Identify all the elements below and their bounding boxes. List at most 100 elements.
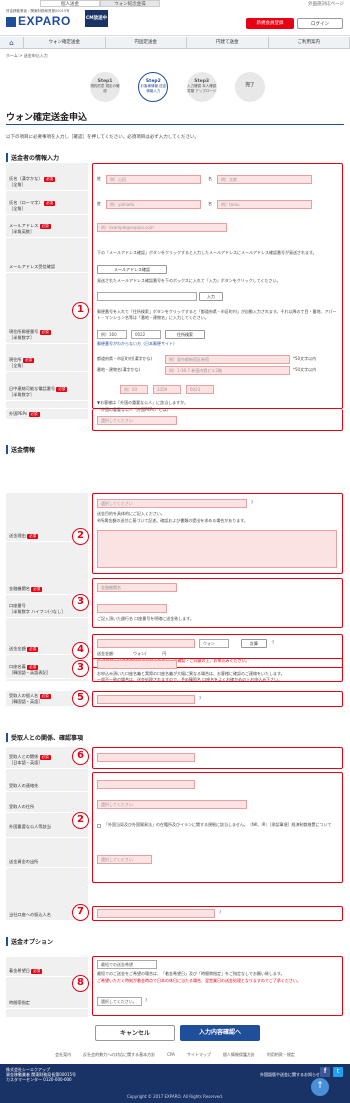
amount-input[interactable] <box>97 639 195 648</box>
zip1-input[interactable]: 例）160 <box>97 330 127 339</box>
home-icon[interactable]: ⌂ <box>0 37 24 48</box>
relationship-input[interactable] <box>97 753 195 762</box>
currency-select[interactable]: ウォン <box>199 639 229 648</box>
addr-street-input[interactable]: 例）1-36-7 新宿内野ビル2階 <box>165 366 290 375</box>
amount-help-icon[interactable]: ? <box>272 640 274 646</box>
step-2: Step2 お客様情報 送金情報入力 <box>138 71 169 102</box>
purpose-help-icon[interactable]: ? <box>251 500 253 506</box>
email-code-enter-button[interactable]: 入力 <box>199 292 223 301</box>
label-roman-name: 氏名（ローマ字） 必須 ［全角］ <box>6 198 88 215</box>
purpose-select[interactable]: 選択してください <box>97 499 247 508</box>
twitter-icon[interactable]: t <box>333 1067 343 1077</box>
account-name-input[interactable] <box>97 660 177 669</box>
fund-source-select[interactable]: 選択してください <box>97 855 152 864</box>
account-input[interactable] <box>97 604 167 613</box>
purpose-help-text-2: ※所属金額の送付に基づいて記述。確認および書類の提出を求める場合があります。 <box>97 518 248 523</box>
form-note: 以下の項目に必要事項を入力し［確認］を押してください。必須項目は必ず入力してくだ… <box>6 135 199 140</box>
footer-links: 会社案内 反社会的勢力への対応に関する基本方針 CPA サイトマップ 個人情報保… <box>0 1052 350 1062</box>
recipient-peps-radio[interactable] <box>97 824 101 828</box>
footer-link-sitemap[interactable]: サイトマップ <box>187 1052 211 1062</box>
time-slot-help-icon[interactable]: ? <box>145 998 147 1004</box>
marker-5: 5 <box>72 690 89 707</box>
account-help-text: ご記入頂いた銀行名 口座番号を明確に送金致します。 <box>97 616 194 621</box>
label-mei: 名 <box>208 176 212 181</box>
step-indicator: Step1 規約的意 規定の確認 Step2 お客様情報 送金情報入力 Step3 入… <box>90 70 265 103</box>
footer-link-privacy[interactable]: 個人情報保護方針 <box>223 1052 255 1062</box>
footer-link-company[interactable]: 会社案内 <box>55 1052 71 1062</box>
step-1: Step1 規約的意 規定の確認 <box>90 71 120 102</box>
recipient-address-select[interactable]: 選択してください <box>97 800 247 809</box>
marker-4: 4 <box>72 642 89 659</box>
arrival-date-help: 最短でのご送金をご希望の場合は、「着金希望日」及び「時間帯指定」をご指定なしでお… <box>97 971 285 976</box>
email-input[interactable]: 例）example@exparo.com <box>97 223 227 232</box>
email-confirm-button[interactable]: メールアドレス確認 <box>97 265 167 274</box>
bank-select[interactable]: 金融機関名 <box>97 583 177 592</box>
arrival-date-select[interactable]: 最短での送金希望 <box>97 960 157 969</box>
nav-won-fixed[interactable]: ウォン確定送金 <box>24 37 106 48</box>
payer-name-help-icon[interactable]: ? <box>219 910 221 916</box>
addr-city-input[interactable]: 例）東京都新宿区新宿 <box>165 355 290 364</box>
email-confirm-text-2: 発送されたメールアドレス確認番号を下のボックスに入れて「入力」ボタンをクリックし… <box>97 278 281 283</box>
peps-select[interactable]: 選択してください <box>97 416 177 425</box>
time-slot-select[interactable]: 選択してください。 <box>97 997 142 1006</box>
login-button[interactable]: ログイン <box>297 18 343 29</box>
nav-yen-fixed[interactable]: 円固定送金 <box>106 37 187 48</box>
footer-follow-text: 外国語版や送金に関するお知らせ <box>260 1072 320 1077</box>
label-sei-roman: 姓 <box>97 201 101 206</box>
roman-mei-input[interactable]: 例）tarou <box>217 200 312 209</box>
logo[interactable]: 資金移動業者・関東財務局長第00015号 EXPARO <box>6 9 86 28</box>
marker-1: 1 <box>72 302 89 319</box>
register-button[interactable]: 新規会員登録 <box>246 18 294 29</box>
kanji-mei-input[interactable]: 例）太郎 <box>217 175 312 184</box>
copyright: Copyright © 2017 EXPARO. All Rights Rese… <box>126 1094 223 1099</box>
marker-8: 8 <box>72 975 89 992</box>
purpose-textarea[interactable] <box>97 530 337 568</box>
phone2-input[interactable]: 3359 <box>153 385 181 394</box>
phone3-input[interactable]: 0023 <box>186 385 214 394</box>
email-code-input[interactable] <box>97 292 197 301</box>
section-remittance: 送金情報 <box>6 445 35 454</box>
recipient-name-input[interactable] <box>97 695 195 704</box>
nav-guide[interactable]: ご利用案内 <box>269 37 350 48</box>
label-fund-source: 送金資金の出所 <box>6 857 88 868</box>
zip2-input[interactable]: 0022 <box>131 330 161 339</box>
addr-city-label: 都道府県・市区町村(漢字かな) <box>97 356 153 361</box>
marker-3b: 3 <box>72 660 89 677</box>
cancel-button[interactable]: キャンセル <box>95 1025 175 1041</box>
cm-banner[interactable]: CM放送中 <box>85 10 108 27</box>
tab-personal[interactable]: 個人送金 <box>40 0 100 7</box>
kanji-sei-input[interactable]: 例）山田 <box>106 175 201 184</box>
label-time-slot: 時間帯指定 <box>6 998 88 1009</box>
footer-link-cpa[interactable]: CPA <box>167 1052 175 1062</box>
tab-won[interactable]: ウォン紀念金操 <box>100 0 160 7</box>
recipient-name-help-icon[interactable]: ? <box>199 696 201 702</box>
payer-name-input[interactable] <box>97 909 215 918</box>
recipient-phone-input[interactable] <box>97 780 195 789</box>
confirm-button[interactable]: 入力内容確認へ <box>180 1025 260 1041</box>
marker-6: 6 <box>72 748 89 765</box>
top-tabs: 個人送金 ウォン紀念金操 <box>40 0 160 7</box>
label-sei: 姓 <box>97 176 101 181</box>
label-recipient-phone: 受取人の連絡先 <box>6 781 88 792</box>
address-search-button[interactable]: 住所検索 <box>165 330 205 339</box>
addr-street-limit: *50文字以内 <box>293 367 317 372</box>
label-recipient-address: 受取人の住所 <box>6 802 88 813</box>
email-confirm-text: 下の「メールアドレス確認」ボタンをクリックすると入力したメールアドレスにメールア… <box>97 250 317 255</box>
roman-sei-input[interactable]: 例）yamada <box>106 200 201 209</box>
phone1-input[interactable]: 例）03 <box>120 385 148 394</box>
footer-link-policy[interactable]: 反社会的勢力への対応に関する基本方針 <box>83 1052 155 1062</box>
marker-7: 7 <box>72 904 89 921</box>
breadcrumb[interactable]: ホーム > 送金申込入力 <box>6 53 48 59</box>
logo-mark: EXPARO <box>6 14 86 28</box>
label-phone: 日中連絡可能な電話番号 必須 ［半角数字］ <box>6 384 88 401</box>
peps-question: ▼お客様は「外国の重要な公人」に該当しますか。 <box>97 400 188 405</box>
label-bank: 金融機関名 必須 <box>6 584 88 595</box>
facebook-icon[interactable]: f <box>320 1067 330 1077</box>
peps-definition-link[interactable]: 『外国の重要な公人（外国PEPs）とは』 <box>97 407 170 413</box>
addr-city-limit: *50文字以内 <box>293 356 317 361</box>
nav-yen[interactable]: 円建て送金 <box>187 37 269 48</box>
footer-link-terms[interactable]: 利用約款・規定 <box>267 1052 295 1062</box>
zip-unknown-link[interactable]: 郵便番号がわからない方（日本郵便サイト） <box>97 341 177 347</box>
calc-button[interactable]: 計算 <box>241 639 267 648</box>
label-kanji-name: 氏名（漢字かな） 必須 ［全角］ <box>6 174 88 191</box>
